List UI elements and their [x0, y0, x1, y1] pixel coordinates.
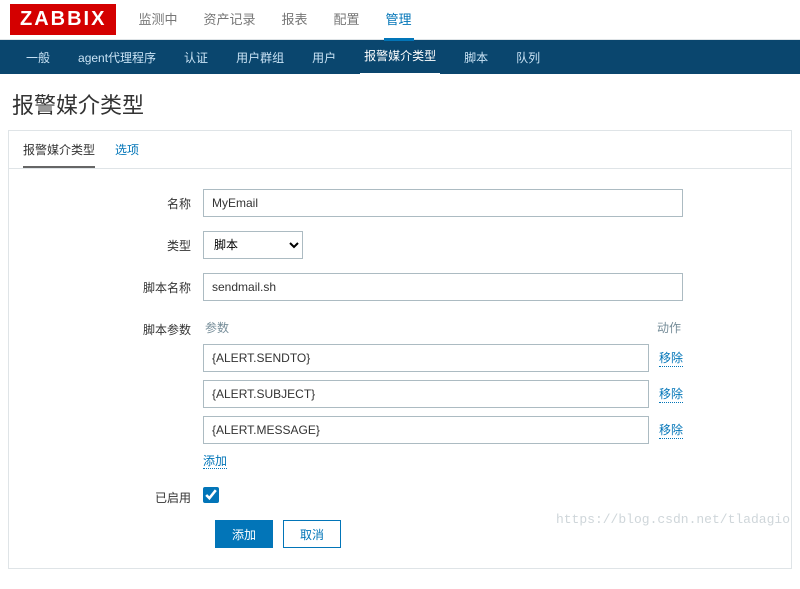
tab-options[interactable]: 选项 — [115, 141, 139, 168]
topmenu-administration[interactable]: 管理 — [384, 0, 414, 41]
remove-param-2[interactable]: 移除 — [659, 421, 683, 439]
checkbox-enabled[interactable] — [203, 487, 219, 503]
row-name: 名称 — [23, 189, 777, 217]
input-scriptname[interactable] — [203, 273, 683, 301]
row-enabled: 已启用 — [23, 483, 777, 506]
panel: 报警媒介类型 选项 名称 类型 脚本 脚本名称 脚本参数 参数 动作 — [8, 130, 792, 569]
label-type: 类型 — [23, 231, 203, 254]
subnav: 一般 agent代理程序 认证 用户群组 用户 报警媒介类型 脚本 队列 — [0, 40, 800, 74]
input-param-2[interactable] — [203, 416, 649, 444]
select-type[interactable]: 脚本 — [203, 231, 303, 259]
topmenu-inventory[interactable]: 资产记录 — [201, 0, 257, 41]
cancel-button[interactable]: 取消 — [283, 520, 341, 548]
page-title: 报警媒介类型 — [0, 74, 800, 130]
subnav-general[interactable]: 一般 — [22, 40, 54, 75]
subnav-proxies[interactable]: agent代理程序 — [74, 40, 160, 75]
topmenu: 监测中 资产记录 报表 配置 管理 — [136, 0, 413, 41]
subnav-usergroups[interactable]: 用户群组 — [232, 40, 288, 75]
label-name: 名称 — [23, 189, 203, 212]
params-header-action: 动作 — [657, 319, 681, 336]
watermark: https://blog.csdn.net/tladagio — [556, 512, 790, 527]
subnav-users[interactable]: 用户 — [308, 40, 340, 75]
label-scriptname: 脚本名称 — [23, 273, 203, 296]
subnav-queue[interactable]: 队列 — [512, 40, 544, 75]
label-enabled: 已启用 — [23, 483, 203, 506]
input-param-1[interactable] — [203, 380, 649, 408]
subnav-authentication[interactable]: 认证 — [180, 40, 212, 75]
topmenu-reports[interactable]: 报表 — [279, 0, 309, 41]
remove-param-1[interactable]: 移除 — [659, 385, 683, 403]
tabs: 报警媒介类型 选项 — [9, 131, 791, 169]
label-scriptparams: 脚本参数 — [23, 315, 203, 338]
input-name[interactable] — [203, 189, 683, 217]
params-header: 参数 动作 — [203, 315, 683, 344]
input-param-0[interactable] — [203, 344, 649, 372]
add-param-link[interactable]: 添加 — [203, 454, 227, 469]
subnav-mediatypes[interactable]: 报警媒介类型 — [360, 38, 440, 76]
row-scriptname: 脚本名称 — [23, 273, 777, 301]
params-header-name: 参数 — [205, 319, 229, 336]
logo: ZABBIX — [10, 4, 116, 35]
tab-mediatype[interactable]: 报警媒介类型 — [23, 141, 95, 168]
submit-button[interactable]: 添加 — [215, 520, 273, 548]
topmenu-monitoring[interactable]: 监测中 — [136, 0, 179, 41]
form: 名称 类型 脚本 脚本名称 脚本参数 参数 动作 — [9, 169, 791, 568]
param-row: 移除 — [203, 344, 683, 372]
subnav-scripts[interactable]: 脚本 — [460, 40, 492, 75]
param-row: 移除 — [203, 416, 683, 444]
topmenu-configuration[interactable]: 配置 — [332, 0, 362, 41]
topbar: ZABBIX 监测中 资产记录 报表 配置 管理 — [0, 0, 800, 40]
row-type: 类型 脚本 — [23, 231, 777, 259]
row-scriptparams: 脚本参数 参数 动作 移除 移除 移除 — [23, 315, 777, 469]
remove-param-0[interactable]: 移除 — [659, 349, 683, 367]
param-row: 移除 — [203, 380, 683, 408]
